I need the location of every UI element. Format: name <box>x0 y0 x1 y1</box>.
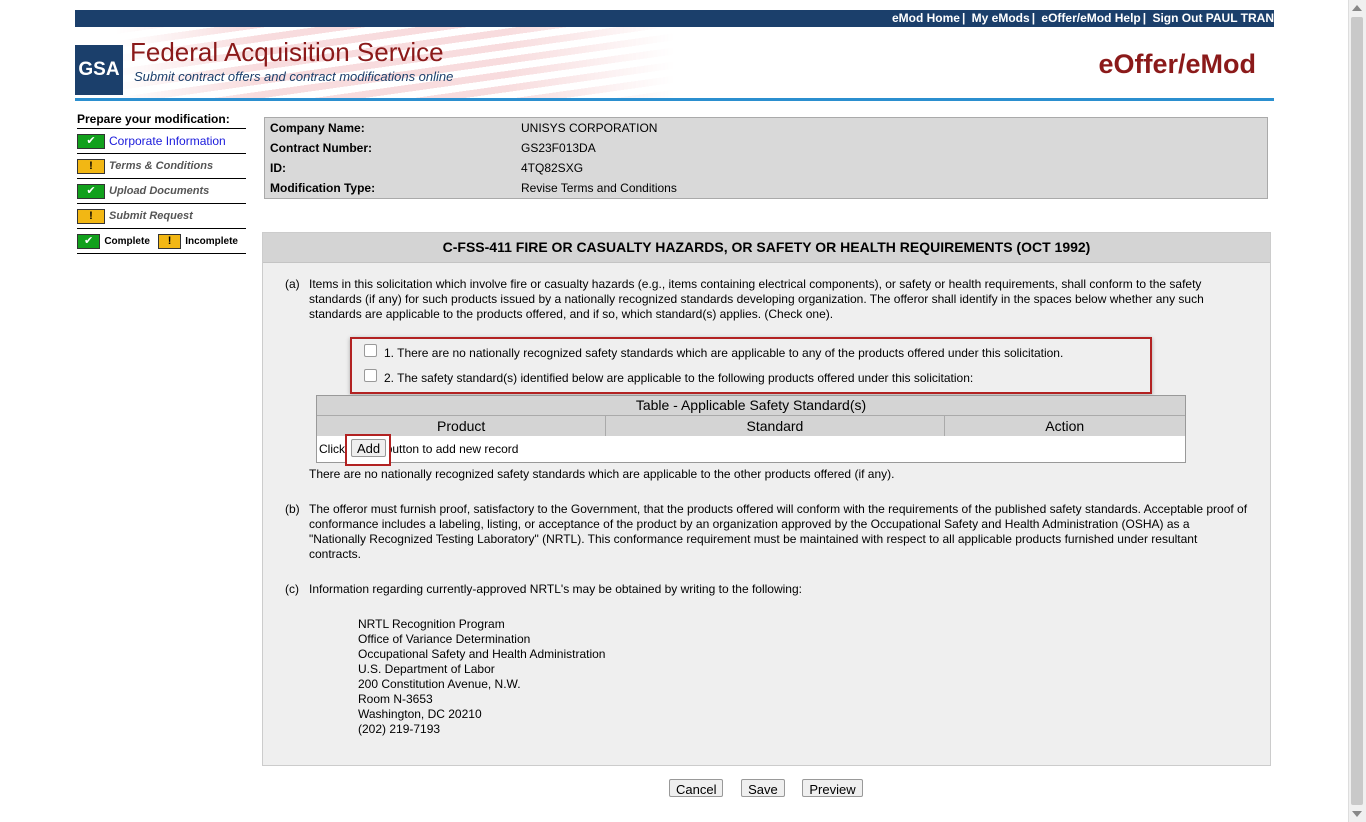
scroll-up-icon[interactable] <box>1352 5 1362 11</box>
add-prefix: Click <box>319 442 345 456</box>
add-button[interactable]: Add <box>351 439 387 457</box>
emod-home-link[interactable]: eMod Home <box>892 11 960 25</box>
sidebar-item-corporate-information[interactable]: ✔ Corporate Information <box>77 129 246 154</box>
sidebar-item-label: Upload Documents <box>109 185 210 197</box>
address-line: Room N-3653 <box>358 692 433 706</box>
form-actions: Cancel Save Preview <box>669 779 877 797</box>
add-suffix: button to add new record <box>385 442 519 456</box>
sidebar-title: Prepare your modification: <box>77 112 246 129</box>
paragraph-marker: (b) <box>285 502 300 516</box>
safety-standards-table: Table - Applicable Safety Standard(s) Pr… <box>316 395 1186 466</box>
check-icon: ✔ <box>77 183 105 199</box>
exclamation-icon: ! <box>77 158 105 174</box>
contract-label: Contract Number: <box>270 141 373 155</box>
sidebar-item-label[interactable]: Corporate Information <box>109 134 226 148</box>
banner: GSA Federal Acquisition Service Submit c… <box>75 27 1274 101</box>
paragraph-marker: (a) <box>285 277 300 291</box>
option-highlight: 1. There are no nationally recognized sa… <box>350 337 1152 394</box>
sidebar-item-upload-documents: ✔ Upload Documents <box>77 179 246 204</box>
address-line: Office of Variance Determination <box>358 632 531 646</box>
column-header-action: Action <box>1045 418 1085 434</box>
clause-title: C-FSS-411 FIRE OR CASUALTY HAZARDS, OR S… <box>263 233 1270 263</box>
option-2-label: 2. The safety standard(s) identified bel… <box>384 371 974 385</box>
scrollbar-thumb[interactable] <box>1351 17 1363 805</box>
status-legend: ✔ Complete ! Incomplete <box>77 229 246 254</box>
add-row: Click button to add new record Add <box>317 434 1185 466</box>
check-icon: ✔ <box>77 133 105 149</box>
address-line: (202) 219-7193 <box>358 722 441 736</box>
column-header-product: Product <box>317 416 607 436</box>
my-emods-link[interactable]: My eMods <box>972 11 1030 25</box>
paragraph-marker: (c) <box>285 582 299 596</box>
modtype-label: Modification Type: <box>270 181 376 195</box>
table-header: Product Standard Action <box>317 416 1185 436</box>
sidebar-item-label: Submit Request <box>109 210 193 222</box>
top-nav: eMod Home | My eMods | eOffer/eMod Help | S… <box>75 10 1274 27</box>
help-link[interactable]: eOffer/eMod Help <box>1041 11 1140 25</box>
save-button[interactable]: Save <box>741 779 785 797</box>
address-line: Washington, DC 20210 <box>358 707 482 721</box>
modtype-value: Revise Terms and Conditions <box>521 181 677 195</box>
vertical-scrollbar[interactable] <box>1348 0 1366 822</box>
option-1-label: 1. There are no nationally recognized sa… <box>384 346 1064 360</box>
address-line: 200 Constitution Avenue, N.W. <box>358 677 521 691</box>
gsa-logo: GSA <box>75 45 123 95</box>
contract-value: GS23F013DA <box>521 141 596 155</box>
column-header-standard: Standard <box>606 416 945 436</box>
sign-out-link[interactable]: Sign Out PAUL TRAN <box>1152 11 1274 25</box>
paragraph-text: Information regarding currently-approved… <box>309 582 802 596</box>
option-2-checkbox[interactable] <box>364 369 377 383</box>
sidebar-item-terms-conditions: ! Terms & Conditions <box>77 154 246 179</box>
legend-incomplete: Incomplete <box>185 235 238 247</box>
option-1-checkbox[interactable] <box>364 344 377 358</box>
id-label: ID: <box>270 161 286 175</box>
check-icon: ✔ <box>77 233 101 249</box>
nrtl-address: NRTL Recognition Program Office of Varia… <box>358 617 605 737</box>
address-line: U.S. Department of Labor <box>358 662 495 676</box>
option-2[interactable]: 2. The safety standard(s) identified bel… <box>364 369 974 385</box>
address-line: Occupational Safety and Health Administr… <box>358 647 606 661</box>
legend-complete: Complete <box>104 235 150 247</box>
sidebar-item-submit-request: ! Submit Request <box>77 204 246 229</box>
add-highlight: Add <box>345 434 391 466</box>
site-subtitle: Submit contract offers and contract modi… <box>134 69 454 84</box>
site-title: Federal Acquisition Service <box>130 37 444 67</box>
company-value: UNISYS CORPORATION <box>521 121 658 135</box>
option-1[interactable]: 1. There are no nationally recognized sa… <box>364 344 1064 360</box>
cancel-button[interactable]: Cancel <box>669 779 724 797</box>
preview-button[interactable]: Preview <box>802 779 863 797</box>
scroll-down-icon[interactable] <box>1352 811 1362 817</box>
exclamation-icon: ! <box>77 208 105 224</box>
company-label: Company Name: <box>270 121 365 135</box>
table-caption: Table - Applicable Safety Standard(s) <box>317 396 1185 416</box>
contract-info: Company Name: UNISYS CORPORATION Contrac… <box>264 117 1268 199</box>
app-name: eOffer/eMod <box>1098 49 1256 79</box>
paragraph-text: Items in this solicitation which involve… <box>309 277 1204 321</box>
clause-panel: C-FSS-411 FIRE OR CASUALTY HAZARDS, OR S… <box>262 232 1271 766</box>
paragraph-text: The offeror must furnish proof, satisfac… <box>309 502 1248 561</box>
id-value: 4TQ82SXG <box>521 161 584 175</box>
address-line: NRTL Recognition Program <box>358 617 505 631</box>
page-header: eMod Home | My eMods | eOffer/eMod Help | S… <box>75 10 1274 101</box>
sidebar: Prepare your modification: ✔ Corporate I… <box>77 112 246 254</box>
exclamation-icon: ! <box>157 233 182 249</box>
table-note: There are no nationally recognized safet… <box>309 467 895 481</box>
sidebar-item-label: Terms & Conditions <box>109 160 214 172</box>
